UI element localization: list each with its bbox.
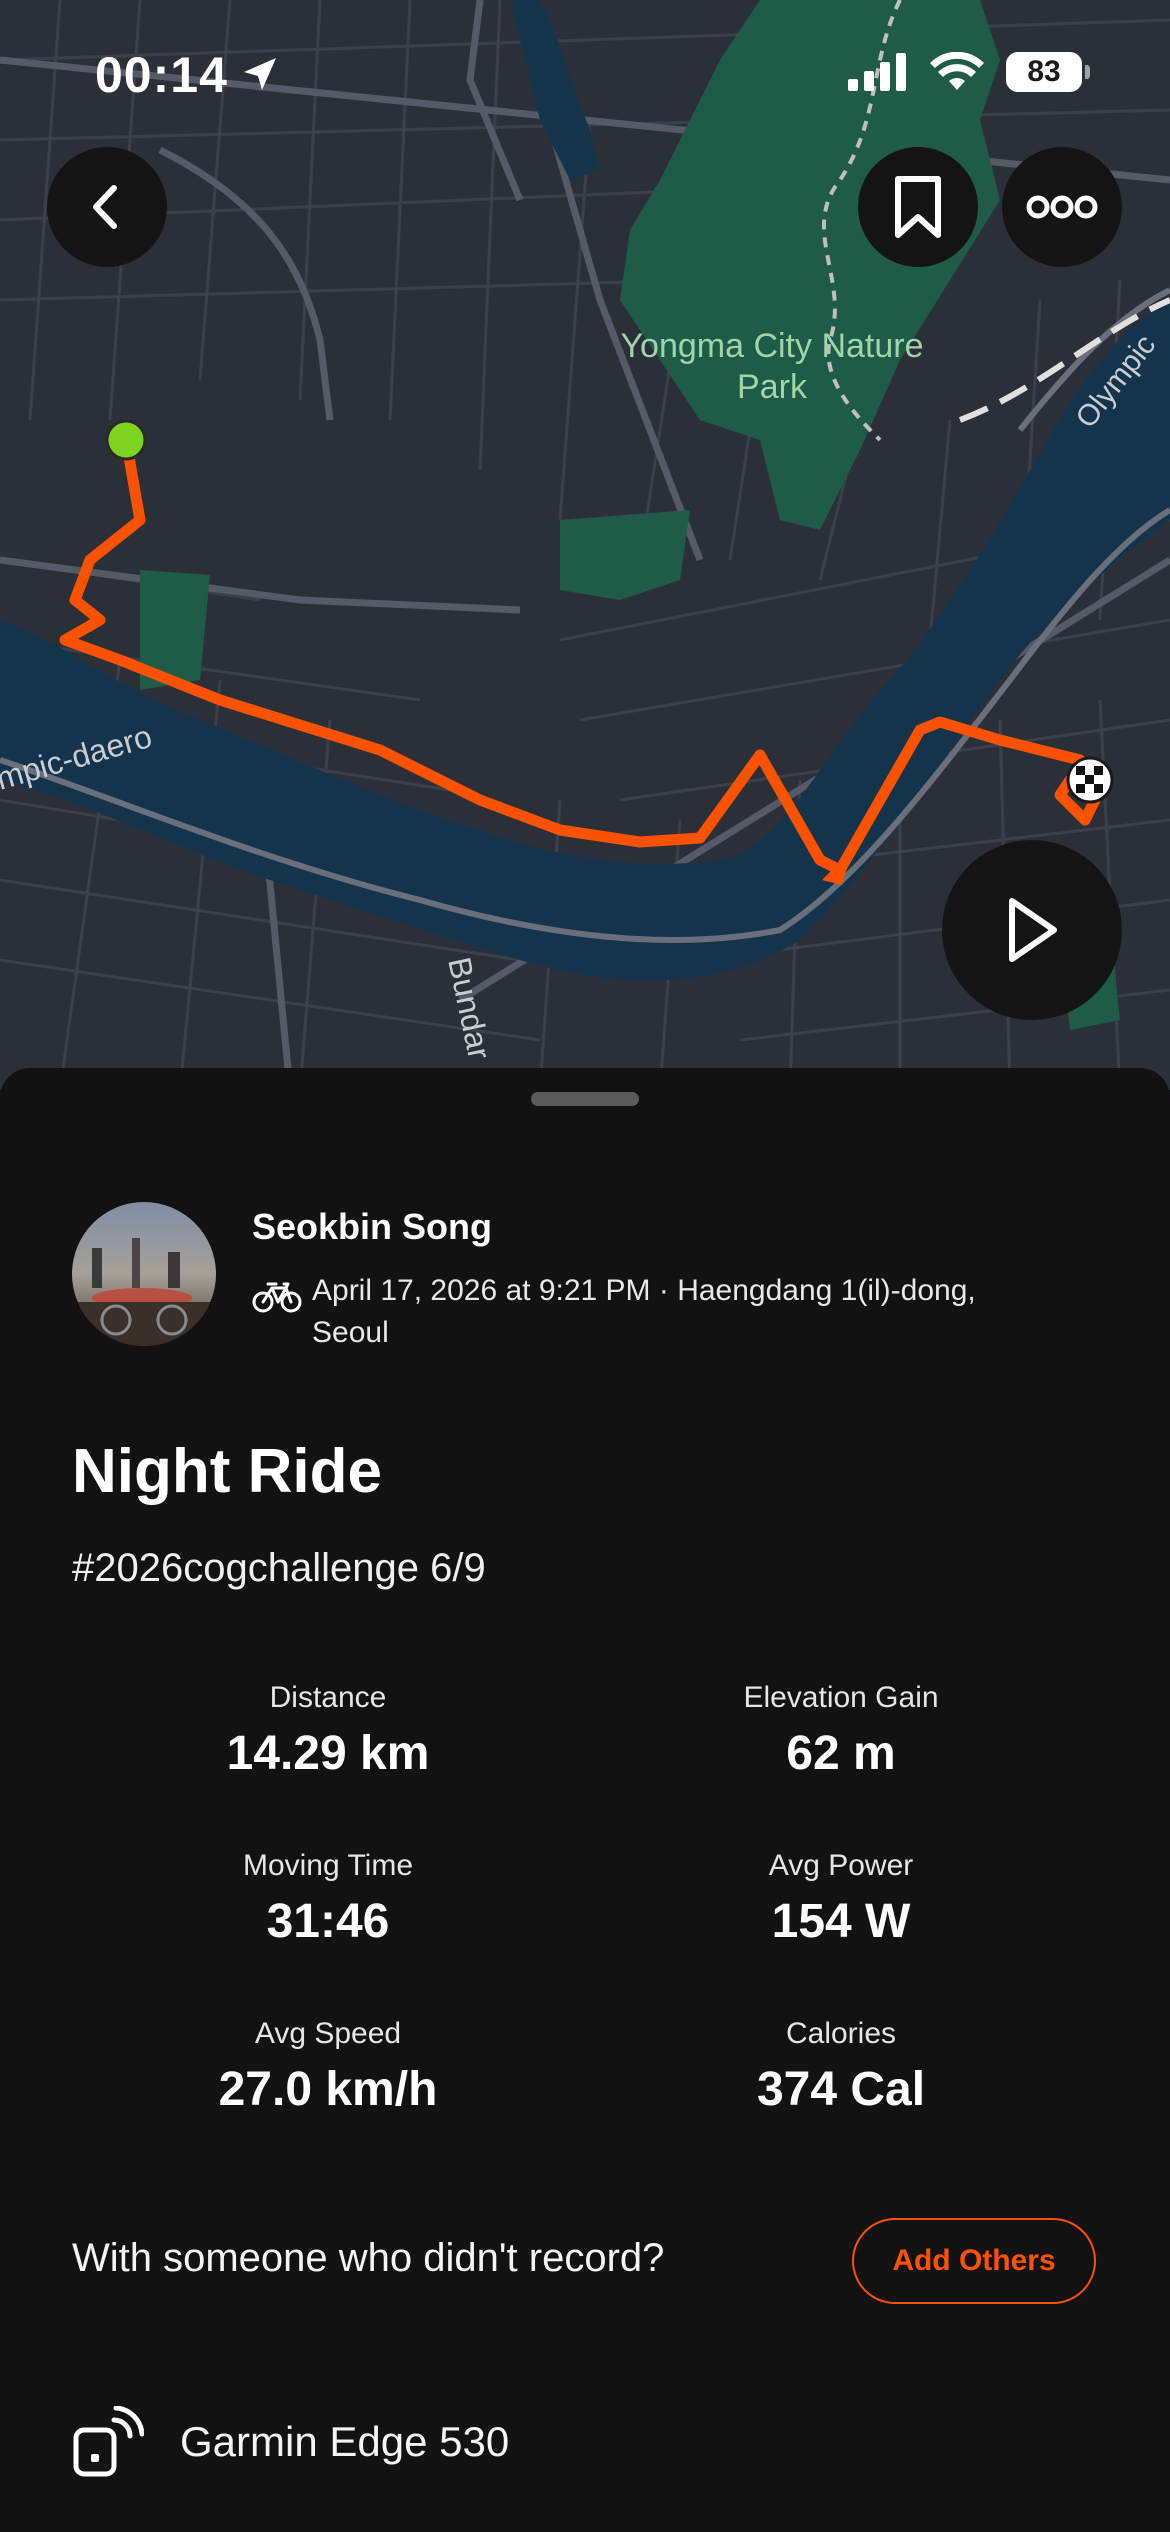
- stat-value: 374 Cal: [756, 2063, 926, 2116]
- stat-label: Calories: [785, 2017, 897, 2050]
- athlete-name[interactable]: Seokbin Song: [252, 1206, 492, 1248]
- back-button[interactable]: [47, 147, 167, 267]
- wifi-icon: [930, 52, 984, 90]
- more-options-button[interactable]: [1002, 147, 1122, 267]
- stat-label: Avg Power: [768, 1849, 914, 1882]
- battery-level: 83: [1027, 55, 1061, 88]
- sheet-grabber-handle[interactable]: [531, 1092, 639, 1106]
- stat-label: Elevation Gain: [743, 1681, 939, 1714]
- stat-value: 31:46: [266, 1895, 390, 1948]
- battery-empty-fill: [1069, 52, 1082, 92]
- add-others-button[interactable]: Add Others: [852, 2218, 1096, 2304]
- more-icon: [1026, 195, 1098, 219]
- activity-meta: April 17, 2026 at 9:21 PM · Haengdang 1(…: [252, 1270, 1012, 1354]
- stat-avg-speed: Avg Speed 27.0 km/h: [72, 2014, 584, 2120]
- battery-icon: 83: [1006, 52, 1090, 92]
- stat-calories: Calories 374 Cal: [585, 2014, 1097, 2120]
- location-arrow-icon: [244, 58, 276, 90]
- stat-value: 154 W: [771, 1895, 911, 1948]
- cellular-signal-icon: [848, 53, 906, 91]
- avatar[interactable]: [72, 1202, 216, 1346]
- stat-moving-time: Moving Time 31:46: [72, 1846, 584, 1952]
- chevron-left-icon: [93, 185, 117, 229]
- flyover-play-button[interactable]: [942, 840, 1122, 1020]
- stat-value: 27.0 km/h: [218, 2063, 438, 2116]
- stat-value: 62 m: [786, 1727, 896, 1780]
- avatar-photo: [72, 1202, 216, 1346]
- route-finish-icon: [1066, 756, 1114, 804]
- play-icon: [1009, 898, 1057, 962]
- stat-elevation-gain: Elevation Gain 62 m: [585, 1678, 1097, 1784]
- add-others-prompt: With someone who didn't record?: [72, 2236, 665, 2280]
- bookmark-icon: [895, 176, 941, 238]
- activity-description: #2026cogchallenge 6/9: [72, 1546, 486, 1590]
- map-label-park-line2: Park: [737, 368, 808, 406]
- bookmark-button[interactable]: [858, 147, 978, 267]
- status-bar: 00:14 83: [0, 0, 1170, 150]
- stat-value: 14.29 km: [226, 1727, 430, 1780]
- activity-date-location: April 17, 2026 at 9:21 PM · Haengdang 1(…: [312, 1274, 976, 1349]
- activity-title: Night Ride: [72, 1437, 382, 1506]
- device-name: Garmin Edge 530: [180, 2418, 510, 2465]
- status-time: 00:14: [95, 47, 228, 103]
- stat-label: Avg Speed: [254, 2017, 402, 2050]
- device-row: Garmin Edge 530: [72, 2406, 509, 2478]
- stat-label: Distance: [269, 1681, 387, 1714]
- stat-avg-power: Avg Power 154 W: [585, 1846, 1097, 1952]
- stat-label: Moving Time: [242, 1849, 414, 1882]
- map-label-park: Yongma City Nature: [620, 327, 923, 365]
- stat-distance: Distance 14.29 km: [72, 1678, 584, 1784]
- device-signal-icon: [73, 2406, 144, 2477]
- activity-detail-sheet: Seokbin Song April 17, 2026 at 9:21 PM ·…: [0, 1068, 1170, 2532]
- activity-map[interactable]: Yongma City Nature Park mpic-daero Olymp…: [0, 0, 1170, 1090]
- route-start-marker: [105, 419, 147, 461]
- bike-icon: [252, 1282, 302, 1313]
